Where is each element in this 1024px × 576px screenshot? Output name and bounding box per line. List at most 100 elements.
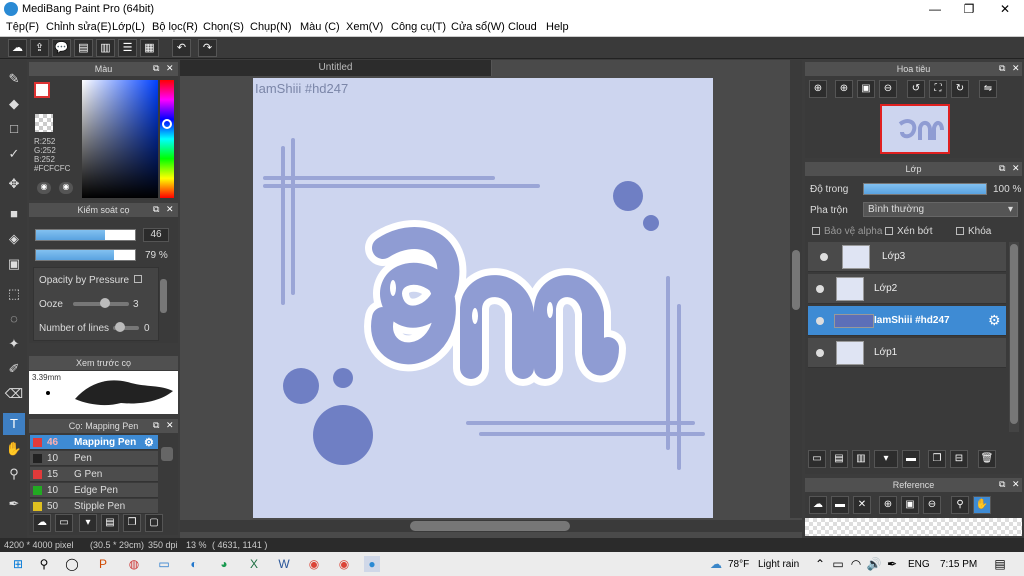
- task-view-icon[interactable]: ◯: [64, 556, 80, 572]
- color-field[interactable]: [82, 80, 158, 198]
- select-rect-tool-icon[interactable]: ⬚: [3, 283, 25, 305]
- fit-window-icon[interactable]: ⛶: [929, 80, 947, 98]
- new-halftone-layer-icon[interactable]: ▤: [830, 450, 848, 468]
- menu-edit[interactable]: Chỉnh sửa(E): [46, 21, 111, 33]
- zoom-in-icon[interactable]: ⊕: [835, 80, 853, 98]
- canvas-artwork[interactable]: IamShiii #hd247: [253, 78, 713, 518]
- reference-fit-icon[interactable]: ▣: [901, 496, 919, 514]
- brush-size-slider[interactable]: [35, 229, 136, 241]
- layer-row[interactable]: Lớp2: [808, 274, 1006, 304]
- delete-layer-icon[interactable]: 🗑: [978, 450, 996, 468]
- search-icon[interactable]: ⚲: [36, 556, 52, 572]
- reference-close-icon[interactable]: ✕: [853, 496, 871, 514]
- zoom-fit-icon[interactable]: ⊕: [809, 80, 827, 98]
- chrome-icon[interactable]: ◉: [306, 556, 322, 572]
- notification-icon[interactable]: ▤: [992, 556, 1008, 572]
- panel-close-icon[interactable]: ✕: [166, 63, 174, 74]
- zoom-out-icon[interactable]: ⊖: [879, 80, 897, 98]
- layer-opacity-slider[interactable]: [863, 183, 987, 195]
- layer-row[interactable]: Lớp3: [808, 242, 1006, 272]
- canvas-horizontal-thumb[interactable]: [410, 521, 570, 531]
- navigator-thumbnail[interactable]: [880, 104, 950, 154]
- brush-add-icon[interactable]: ▾: [79, 514, 97, 532]
- comment-icon[interactable]: ▤: [74, 39, 93, 57]
- palette-add-icon[interactable]: ◉: [59, 182, 73, 194]
- panel-close-icon[interactable]: ✕: [1012, 63, 1020, 74]
- rotate-right-icon[interactable]: ↻: [951, 80, 969, 98]
- lines-slider-handle[interactable]: [115, 322, 125, 332]
- pen-tool-icon[interactable]: ✒: [3, 493, 25, 515]
- popout-icon[interactable]: ⧉: [999, 63, 1005, 74]
- visibility-eye-icon[interactable]: [816, 349, 824, 357]
- brush-new-icon[interactable]: ▭: [55, 514, 73, 532]
- canvas-horizontal-scrollbar[interactable]: [180, 520, 802, 532]
- visibility-eye-icon[interactable]: [816, 285, 824, 293]
- lock-checkbox[interactable]: [956, 227, 964, 236]
- new-layer-icon[interactable]: ▭: [808, 450, 826, 468]
- brush-options-scrollbar[interactable]: [160, 279, 167, 313]
- move-tool-icon[interactable]: ✥: [3, 173, 25, 195]
- edge-icon[interactable]: ◐: [186, 556, 202, 572]
- hue-slider-handle[interactable]: [162, 119, 172, 129]
- brush-row[interactable]: 15 G Pen: [30, 467, 158, 482]
- excel-icon[interactable]: X: [246, 556, 262, 572]
- foreground-color-swatch[interactable]: [34, 82, 50, 98]
- actual-size-icon[interactable]: ▣: [857, 80, 875, 98]
- panel-close-icon[interactable]: ✕: [166, 420, 174, 431]
- menu-select[interactable]: Chọn(S): [203, 21, 244, 33]
- tray-chevron-icon[interactable]: ⌃: [812, 556, 828, 572]
- app-icon-red[interactable]: ◍: [126, 556, 142, 572]
- line-tool-icon[interactable]: ✓: [3, 143, 25, 165]
- monitor-icon[interactable]: ▭: [156, 556, 172, 572]
- select-eraser-tool-icon[interactable]: ⌫: [3, 383, 25, 405]
- windows-start-icon[interactable]: ⊞: [10, 556, 26, 572]
- opacity-pressure-checkbox[interactable]: [134, 275, 142, 283]
- magic-wand-tool-icon[interactable]: ✦: [3, 333, 25, 355]
- visibility-eye-icon[interactable]: [820, 253, 828, 261]
- panel-close-icon[interactable]: ✕: [166, 204, 174, 215]
- chat-icon[interactable]: 💬: [52, 39, 71, 57]
- hue-slider[interactable]: [160, 80, 174, 198]
- brush-copy-icon[interactable]: ❐: [123, 514, 141, 532]
- folder-icon[interactable]: ▬: [902, 450, 920, 468]
- brush-tool-icon[interactable]: ✎: [3, 68, 25, 90]
- layer-list-thumb[interactable]: [1010, 244, 1018, 424]
- transparent-swatch[interactable]: [35, 114, 53, 132]
- cloud-icon[interactable]: ☁: [8, 39, 27, 57]
- undo-icon[interactable]: ↶: [172, 39, 191, 57]
- brush-row-selected[interactable]: 46 Mapping Pen ⚙: [30, 435, 158, 450]
- lasso-tool-icon[interactable]: ◌: [3, 308, 25, 330]
- upload-icon[interactable]: ⇪: [30, 39, 49, 57]
- minimize-button[interactable]: —: [918, 0, 952, 18]
- eyedropper-tool-icon[interactable]: ⚲: [3, 463, 25, 485]
- flip-icon[interactable]: ⇋: [979, 80, 997, 98]
- document-icon[interactable]: ▥: [96, 39, 115, 57]
- protect-alpha-checkbox[interactable]: [812, 227, 820, 236]
- reference-cloud-icon[interactable]: ☁: [809, 496, 827, 514]
- reference-hand-icon[interactable]: ✋: [973, 496, 991, 514]
- menu-filter[interactable]: Bộ lọc(R): [152, 21, 198, 33]
- popout-icon[interactable]: ⧉: [999, 479, 1005, 490]
- rectangle-tool-icon[interactable]: □: [3, 118, 25, 140]
- close-button[interactable]: ✕: [988, 0, 1022, 18]
- medibang-taskbar-icon[interactable]: ●: [364, 556, 380, 572]
- menu-cloud[interactable]: Cloud: [508, 21, 537, 33]
- word-icon[interactable]: W: [276, 556, 292, 572]
- menu-help[interactable]: Help: [546, 21, 569, 33]
- brush-cloud-icon[interactable]: ☁: [33, 514, 51, 532]
- menu-view[interactable]: Xem(V): [346, 21, 383, 33]
- brush-edit-icon[interactable]: ▤: [101, 514, 119, 532]
- duplicate-layer-icon[interactable]: ❐: [928, 450, 946, 468]
- brush-row[interactable]: 10 Pen: [30, 451, 158, 466]
- reference-zoom-in-icon[interactable]: ⊕: [879, 496, 897, 514]
- menu-window[interactable]: Cửa sổ(W): [451, 21, 505, 33]
- layer-row[interactable]: Lớp1: [808, 338, 1006, 368]
- brush-list-scrollbar[interactable]: [161, 447, 173, 461]
- layer-settings-gear-icon[interactable]: ⚙: [988, 312, 1001, 329]
- menu-snap[interactable]: Chụp(N): [250, 21, 292, 33]
- popout-icon[interactable]: ⧉: [153, 63, 159, 74]
- volume-icon[interactable]: 🔊: [866, 556, 882, 572]
- rotate-left-icon[interactable]: ↺: [907, 80, 925, 98]
- store-icon[interactable]: ◕: [216, 556, 232, 572]
- popout-icon[interactable]: ⧉: [999, 163, 1005, 174]
